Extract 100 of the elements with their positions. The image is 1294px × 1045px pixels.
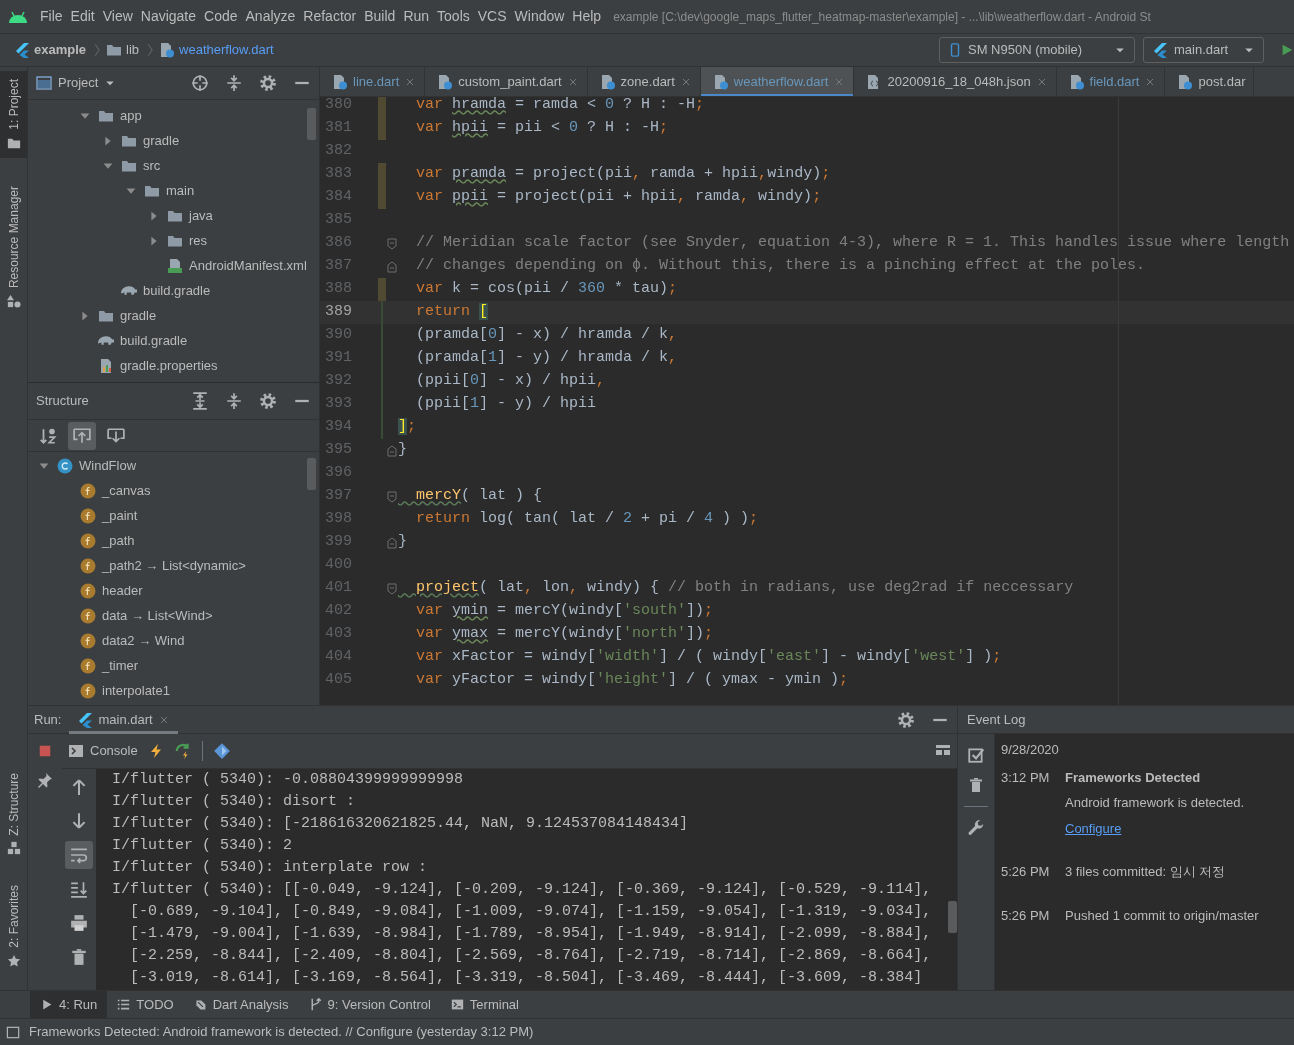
tool-window-tab[interactable]: Z: Structure bbox=[0, 764, 27, 864]
tree-item[interactable]: res bbox=[28, 228, 319, 253]
tool-window-tab[interactable]: 9: Version Control bbox=[298, 990, 441, 1019]
tool-window-tab[interactable]: 1: Project bbox=[0, 71, 27, 158]
fold-icon[interactable] bbox=[387, 490, 397, 503]
configure-link[interactable]: Configure bbox=[1065, 818, 1122, 838]
settings-icon[interactable] bbox=[897, 710, 915, 729]
tool-window-tab[interactable]: Resource Manager bbox=[0, 177, 27, 316]
tree-item[interactable]: main bbox=[28, 178, 319, 203]
tree-item[interactable]: interpolate1 bbox=[28, 678, 319, 703]
editor-tab[interactable]: line.dart bbox=[320, 67, 426, 96]
tree-item[interactable]: data2 → Wind bbox=[28, 628, 319, 653]
fold-end-icon[interactable] bbox=[387, 536, 397, 549]
field-icon bbox=[80, 507, 96, 524]
device-dropdown[interactable]: SM N950N (mobile) bbox=[939, 37, 1135, 63]
tree-item[interactable]: _path bbox=[28, 528, 319, 553]
menu-item[interactable]: Analyze bbox=[241, 6, 300, 27]
line-number: 395 bbox=[324, 440, 353, 461]
tree-item[interactable]: header bbox=[28, 578, 319, 603]
tree-item[interactable]: src bbox=[28, 153, 319, 178]
console-tab[interactable]: Console bbox=[68, 741, 138, 761]
hot-restart-icon[interactable] bbox=[173, 742, 192, 760]
code-line: var ppii = project(pii + hpii, ramda, windy); bbox=[415, 187, 822, 208]
tree-item[interactable]: java bbox=[28, 203, 319, 228]
crosshair-icon[interactable] bbox=[191, 74, 209, 92]
fold-end-icon[interactable] bbox=[387, 444, 397, 457]
tree-item[interactable]: _paint bbox=[28, 503, 319, 528]
scrollbar-thumb[interactable] bbox=[948, 901, 957, 933]
code-line: var k = cos(pii / 360 * tau); bbox=[415, 279, 678, 300]
tree-item[interactable]: AndroidManifest.xml bbox=[28, 253, 319, 278]
editor-tab[interactable]: zone.dart bbox=[587, 67, 701, 96]
menu-item[interactable]: Window bbox=[510, 6, 569, 27]
breadcrumb[interactable]: example bbox=[12, 40, 89, 60]
event-message: Pushed 1 commit to origin/master bbox=[1065, 906, 1259, 925]
editor-tab[interactable]: custom_paint.dart bbox=[425, 67, 588, 96]
tool-window-tab[interactable]: Dart Analysis bbox=[183, 990, 299, 1019]
tree-item[interactable]: _path2 → List<dynamic> bbox=[28, 553, 319, 578]
stop-icon[interactable] bbox=[38, 744, 52, 758]
pin-icon[interactable] bbox=[37, 772, 53, 788]
tree-item[interactable]: app bbox=[28, 103, 319, 128]
menu-item[interactable]: Refactor bbox=[299, 6, 361, 27]
event-message: 3 files committed: 임시 저정 bbox=[1065, 863, 1226, 881]
fold-icon[interactable] bbox=[387, 582, 397, 595]
panel-toggle-icon[interactable] bbox=[6, 1024, 21, 1040]
tool-window-tab[interactable]: 2: Favorites bbox=[0, 877, 27, 976]
editor-tab[interactable]: field.dart bbox=[1056, 67, 1166, 96]
tool-window-tab[interactable]: 4: Run bbox=[30, 990, 108, 1019]
console-line: [-2.259, -8.844], [-2.409, -8.804], [-2.569, -8.764], [-2.719, -8.714], [-2.869, -8.664], bbox=[129, 946, 933, 966]
class-icon bbox=[57, 457, 73, 474]
code-line: // Meridian scale factor (see Snyder, equation 4-3), where R = 1. This handles issue where length bbox=[415, 233, 1290, 254]
menu-item[interactable]: Code bbox=[200, 6, 242, 27]
tool-window-tab[interactable]: TODO bbox=[107, 990, 184, 1019]
expand-all-icon[interactable] bbox=[191, 392, 209, 410]
tree-item[interactable]: _timer bbox=[28, 653, 319, 678]
code-line: } bbox=[398, 440, 407, 461]
tool-window-tab[interactable]: Terminal bbox=[440, 990, 529, 1019]
soft-wrap-button[interactable] bbox=[65, 841, 93, 869]
panel-title-dropdown[interactable]: Project bbox=[36, 73, 117, 93]
wrench-icon[interactable] bbox=[967, 819, 985, 837]
collapse-all-icon[interactable] bbox=[225, 74, 243, 92]
line-number: 402 bbox=[324, 601, 353, 622]
tree-item[interactable]: data → List<Wind> bbox=[28, 603, 319, 628]
tree-item[interactable]: WindFlow bbox=[28, 453, 319, 478]
menu-item[interactable]: View bbox=[98, 6, 137, 27]
tree-item[interactable]: build.gradle bbox=[28, 328, 319, 353]
breadcrumb[interactable]: weatherflow.dart bbox=[157, 40, 276, 60]
mark-all-read-icon[interactable] bbox=[967, 746, 985, 764]
menu-item[interactable]: Build bbox=[360, 6, 400, 27]
scrollbar-thumb[interactable] bbox=[307, 458, 316, 490]
tree-item[interactable]: gradle.properties bbox=[28, 353, 319, 378]
menu-item[interactable]: Help bbox=[568, 6, 606, 27]
console-line: [-1.479, -9.004], [-1.639, -8.984], [-1.789, -8.954], [-1.949, -8.914], [-2.099, -8.884], bbox=[129, 924, 933, 944]
fold-icon[interactable] bbox=[387, 237, 397, 250]
window-title: example [C:\dev\google_maps_flutter_heatmap-master\example] - ...\lib\weatherflow.dart - Android St bbox=[613, 8, 1151, 26]
menu-item[interactable]: Edit bbox=[66, 6, 99, 27]
settings-icon[interactable] bbox=[259, 74, 277, 92]
menu-item[interactable]: Run bbox=[399, 6, 434, 27]
collapse-all-icon[interactable] bbox=[225, 392, 243, 410]
console-line: I/flutter ( 5340): disort : bbox=[111, 792, 357, 812]
editor-tab[interactable]: post.dar bbox=[1165, 67, 1255, 96]
scrollbar-thumb[interactable] bbox=[307, 108, 316, 140]
run-configuration-dropdown[interactable]: main.dart bbox=[1143, 37, 1264, 63]
breadcrumb[interactable]: lib bbox=[104, 40, 142, 60]
tree-item[interactable]: gradle bbox=[28, 128, 319, 153]
settings-icon[interactable] bbox=[259, 392, 277, 410]
fold-end-icon[interactable] bbox=[387, 260, 397, 273]
menu-item[interactable]: VCS bbox=[473, 6, 511, 27]
run-icon[interactable] bbox=[1280, 42, 1294, 58]
tree-item[interactable]: build.gradle bbox=[28, 278, 319, 303]
menu-item[interactable]: Tools bbox=[433, 6, 474, 27]
menu-item[interactable]: Navigate bbox=[136, 6, 201, 27]
run-tab[interactable]: main.dart bbox=[69, 705, 178, 734]
code-line: var ymin = mercY(windy['south']); bbox=[415, 601, 714, 622]
trash-icon[interactable] bbox=[968, 776, 984, 794]
menu-item[interactable]: File bbox=[36, 6, 67, 27]
tree-item[interactable]: gradle bbox=[28, 303, 319, 328]
editor-tab[interactable]: 20200916_18_048h.json bbox=[854, 67, 1057, 96]
devtools-icon[interactable] bbox=[212, 742, 231, 760]
show-inherited-button[interactable] bbox=[68, 421, 96, 450]
field-icon bbox=[80, 657, 96, 674]
